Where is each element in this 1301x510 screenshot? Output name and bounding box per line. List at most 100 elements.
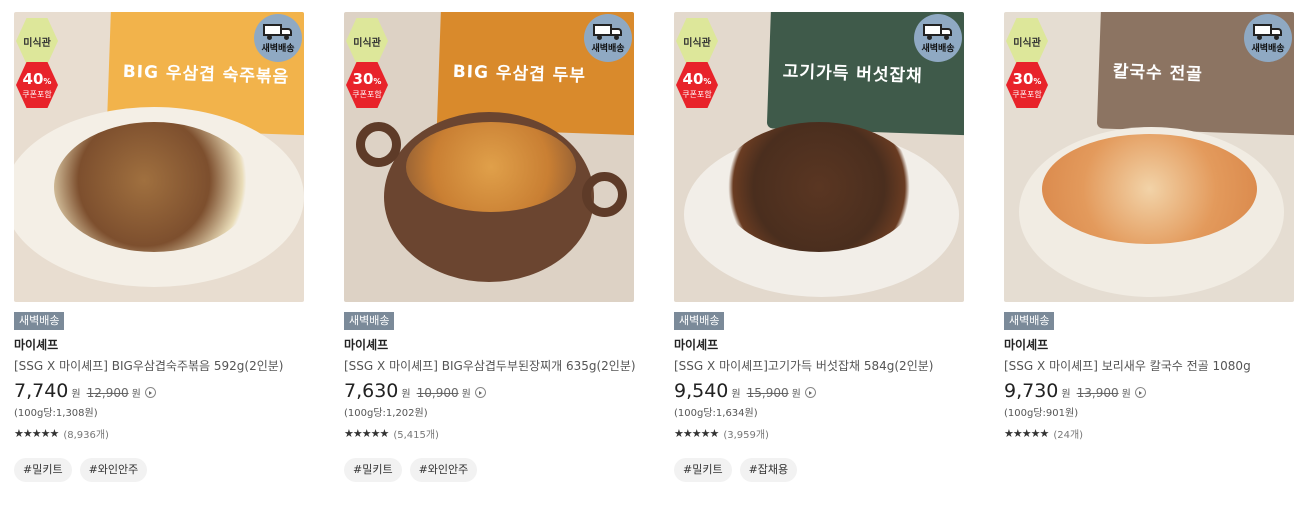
unit-price: (100g당:1,634원) [674,408,758,419]
package-label: 고기가득 버섯잡채 [782,61,924,87]
dawn-delivery-badge: 새벽배송 [584,14,632,62]
sale-price: 9,730 [1004,380,1059,402]
hashtag-list: #밀키트 #잡채용 [674,458,964,482]
review-count: (3,959개) [723,430,769,441]
package-label: 칼국수 전골 [1112,61,1204,85]
pot-handle [582,172,627,217]
truck-icon [923,22,953,40]
coupon-percent: 30 [1012,69,1034,88]
product-card[interactable]: 칼국수 전골 미식관 30% 쿠폰포함 새벽배송 새벽배송 마이셰프 [SSG … [1004,12,1294,482]
star-rating-icon: ★★★★★ [344,427,389,440]
delivery-tag: 새벽배송 [344,312,395,330]
percent-sign: % [703,76,712,86]
food [719,122,919,252]
review-count: (24개) [1053,430,1084,441]
currency: 원 [461,389,471,400]
food [54,122,254,252]
rating: ★★★★★ (24개) [1004,426,1294,441]
product-name[interactable]: [SSG X 마이셰프] BIG우삼겹숙주볶음 592g(2인분) [14,357,304,374]
hashtag[interactable]: #잡채용 [739,458,798,482]
percent-sign: % [373,76,382,86]
percent-sign: % [43,76,52,86]
star-rating-icon: ★★★★★ [14,427,59,440]
review-count: (5,415개) [393,430,439,441]
currency: 원 [131,389,141,400]
coupon-percent: 40 [682,69,704,88]
coupon-sub: 쿠폰포함 [352,89,382,99]
hashtag[interactable]: #밀키트 [344,458,402,482]
coupon-percent: 40 [22,69,44,88]
dawn-delivery-badge: 새벽배송 [1244,14,1292,62]
package-label: BIG 우삼겹 숙주볶음 [122,61,290,88]
info-icon[interactable] [144,387,156,398]
dawn-badge-label: 새벽배송 [591,44,625,54]
rating: ★★★★★ (8,936개) [14,426,304,441]
info-icon[interactable] [474,387,486,398]
coupon-sub: 쿠폰포함 [22,89,52,99]
currency: 원 [791,389,801,400]
coupon-sub: 쿠폰포함 [682,89,712,99]
product-image[interactable]: BIG 우삼겹 숙주볶음 미식관 40% 쿠폰포함 새벽배송 [14,12,304,302]
sale-price: 7,740 [14,380,69,402]
product-card[interactable]: BIG 우삼겹 숙주볶음 미식관 40% 쿠폰포함 새벽배송 새벽배송 마이셰프… [14,12,304,482]
food [406,122,576,212]
currency: 원 [1061,389,1071,400]
pot-handle [356,122,401,167]
unit-price: (100g당:901원) [1004,408,1079,419]
unit-price: (100g당:1,202원) [344,408,428,419]
product-name[interactable]: [SSG X 마이셰프]고기가득 버섯잡채 584g(2인분) [674,357,964,374]
hashtag[interactable]: #밀키트 [674,458,732,482]
brand-name[interactable]: 마이셰프 [14,336,304,353]
hashtag[interactable]: #와인안주 [79,458,148,482]
rating: ★★★★★ (5,415개) [344,426,634,441]
brand-name[interactable]: 마이셰프 [674,336,964,353]
product-grid: BIG 우삼겹 숙주볶음 미식관 40% 쿠폰포함 새벽배송 새벽배송 마이셰프… [14,12,1294,482]
currency: 원 [1121,389,1131,400]
delivery-tag: 새벽배송 [674,312,725,330]
review-count: (8,936개) [63,430,109,441]
product-image[interactable]: 고기가득 버섯잡채 미식관 40% 쿠폰포함 새벽배송 [674,12,964,302]
dawn-badge-label: 새벽배송 [1251,44,1285,54]
coupon-sub: 쿠폰포함 [1012,89,1042,99]
sale-price: 7,630 [344,380,399,402]
product-card[interactable]: BIG 우삼겹 두부 미식관 30% 쿠폰포함 새벽배송 새벽배송 마이셰프 [… [344,12,636,482]
product-name[interactable]: [SSG X 마이셰프] 보리새우 칼국수 전골 1080g [1004,357,1294,374]
star-rating-icon: ★★★★★ [1004,427,1049,440]
original-price: 12,900 [86,386,129,400]
dawn-delivery-badge: 새벽배송 [254,14,302,62]
hashtag[interactable]: #와인안주 [409,458,478,482]
dawn-badge-label: 새벽배송 [921,44,955,54]
rating: ★★★★★ (3,959개) [674,426,964,441]
hashtag-list: #밀키트 #와인안주 [14,458,304,482]
star-rating-icon: ★★★★★ [674,427,719,440]
hashtag[interactable]: #밀키트 [14,458,72,482]
delivery-tag: 새벽배송 [1004,312,1055,330]
product-image[interactable]: 칼국수 전골 미식관 30% 쿠폰포함 새벽배송 [1004,12,1294,302]
info-icon[interactable] [1134,387,1146,398]
dawn-delivery-badge: 새벽배송 [914,14,962,62]
original-price: 10,900 [416,386,459,400]
brand-name[interactable]: 마이셰프 [1004,336,1294,353]
brand-name[interactable]: 마이셰프 [344,336,634,353]
product-image[interactable]: BIG 우삼겹 두부 미식관 30% 쿠폰포함 새벽배송 [344,12,634,302]
currency: 원 [71,389,81,400]
percent-sign: % [1033,76,1042,86]
currency: 원 [731,389,741,400]
dawn-badge-label: 새벽배송 [261,44,295,54]
unit-price: (100g당:1,308원) [14,408,98,419]
currency: 원 [401,389,411,400]
product-card[interactable]: 고기가득 버섯잡채 미식관 40% 쿠폰포함 새벽배송 새벽배송 마이셰프 [S… [674,12,964,482]
info-icon[interactable] [804,387,816,398]
sale-price: 9,540 [674,380,729,402]
price-row: 7,630 원 10,900 원 [344,380,634,402]
truck-icon [263,22,293,40]
original-price: 13,900 [1076,386,1119,400]
price-row: 7,740 원 12,900 원 [14,380,304,402]
package-label: BIG 우삼겹 두부 [452,61,587,87]
food [1042,134,1257,244]
product-name[interactable]: [SSG X 마이셰프] BIG우삼겹두부된장찌개 635g(2인분) [344,357,636,374]
truck-icon [1253,22,1283,40]
original-price: 15,900 [746,386,789,400]
coupon-percent: 30 [352,69,374,88]
truck-icon [593,22,623,40]
